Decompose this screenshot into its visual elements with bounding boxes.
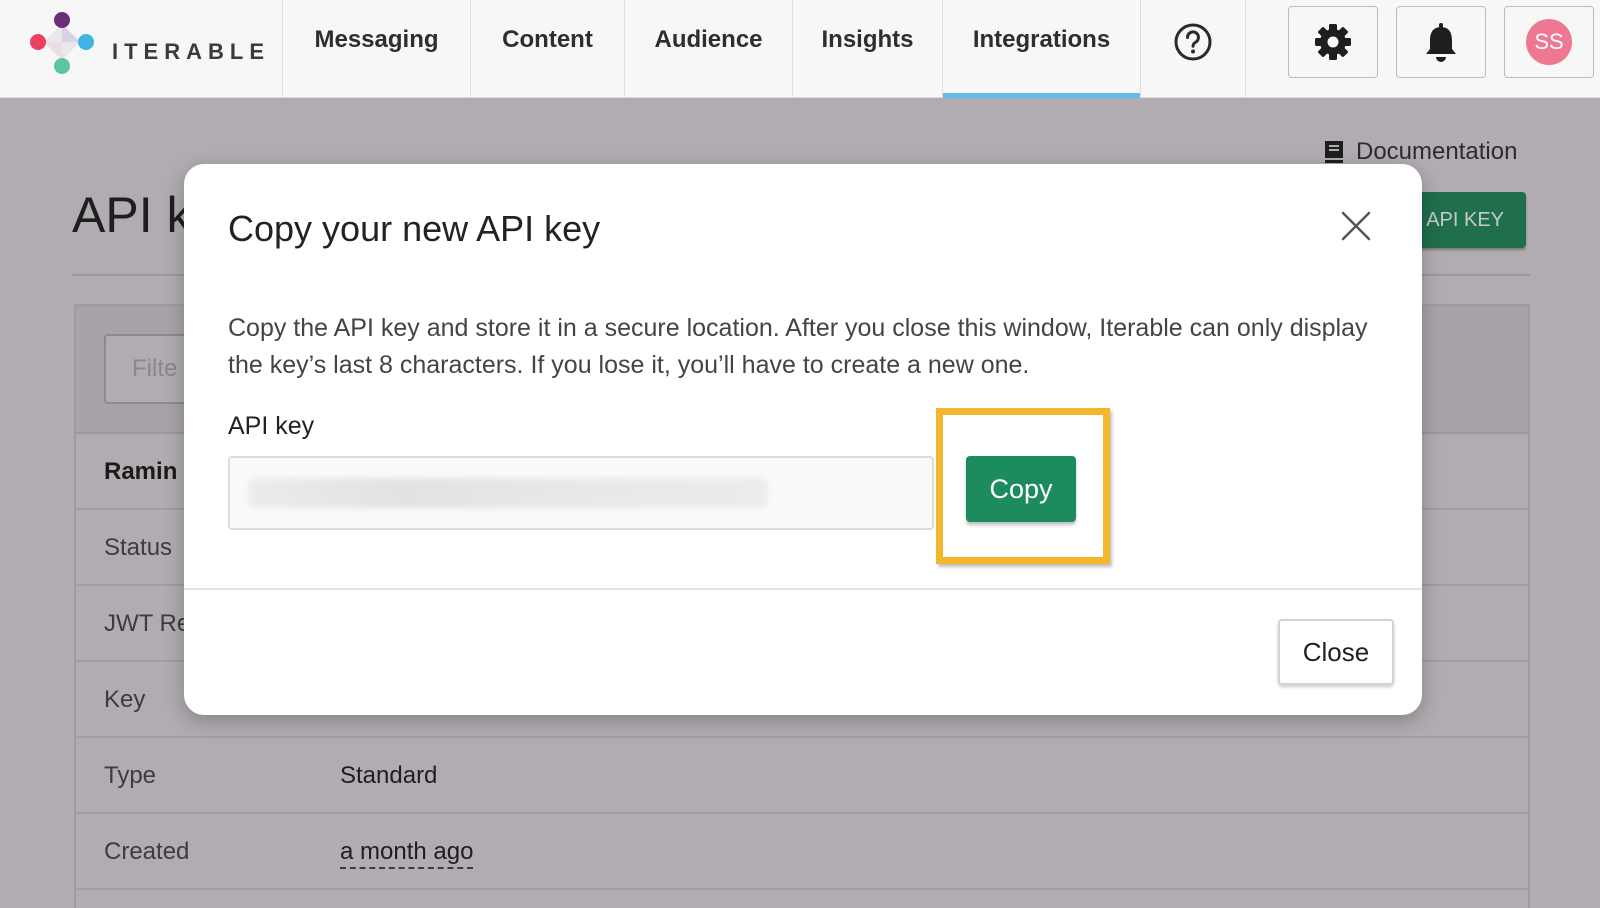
nav-integrations[interactable]: Integrations <box>942 0 1140 98</box>
brand-name: ITERABLE <box>112 39 270 64</box>
close-icon <box>1341 211 1371 241</box>
type-label: Type <box>104 762 157 789</box>
help-button[interactable] <box>1140 0 1246 98</box>
created-row: Created a month ago <box>76 814 1528 890</box>
nav-audience[interactable]: Audience <box>624 0 792 98</box>
settings-button[interactable] <box>1288 6 1378 78</box>
api-key-field-label: API key <box>228 412 315 440</box>
created-value[interactable]: a month ago <box>340 838 474 869</box>
new-api-key-button-label: API KEY <box>1426 208 1504 231</box>
nav-audience-label: Audience <box>654 26 763 53</box>
nav-insights[interactable]: Insights <box>792 0 942 98</box>
nav-messaging-label: Messaging <box>314 26 439 53</box>
documentation-link[interactable]: Documentation <box>1322 138 1517 166</box>
documentation-link-label: Documentation <box>1356 138 1518 165</box>
modal-title: Copy your new API key <box>228 208 601 249</box>
copy-button[interactable]: Copy <box>966 456 1076 522</box>
nav-integrations-label: Integrations <box>972 26 1111 53</box>
gear-icon <box>1315 24 1351 60</box>
copy-api-key-modal: Copy your new API key Copy the API key a… <box>184 164 1422 715</box>
top-navigation: ITERABLE Messaging Content Audience Insi… <box>0 0 1600 98</box>
key-name: Ramin <box>104 458 178 485</box>
notifications-button[interactable] <box>1396 6 1486 78</box>
created-label: Created <box>104 838 190 865</box>
page-title: API k <box>72 187 192 243</box>
iterable-logo[interactable]: ITERABLE <box>28 10 278 88</box>
redacted-key-value <box>248 478 768 508</box>
filter-placeholder: Filte <box>132 355 178 382</box>
modal-footer-divider <box>184 588 1422 590</box>
nav-messaging[interactable]: Messaging <box>282 0 470 98</box>
user-menu-button[interactable]: SS <box>1504 6 1594 78</box>
nav-insights-label: Insights <box>821 26 914 53</box>
key-label: Key <box>104 686 146 713</box>
close-button[interactable]: Close <box>1278 619 1394 685</box>
book-icon <box>1325 141 1343 163</box>
avatar: SS <box>1526 19 1572 65</box>
question-circle-icon <box>1174 23 1212 61</box>
nav-content-label: Content <box>502 26 593 53</box>
status-label: Status <box>104 534 173 561</box>
type-row: Type Standard <box>76 738 1528 814</box>
modal-description: Copy the API key and store it in a secur… <box>228 314 1368 379</box>
type-value: Standard <box>340 762 438 789</box>
modal-close-button[interactable] <box>1340 210 1372 242</box>
nav-content[interactable]: Content <box>470 0 624 98</box>
jwt-label: JWT Re <box>104 610 191 637</box>
api-key-field[interactable] <box>228 456 934 530</box>
bell-icon <box>1426 23 1456 62</box>
avatar-initials: SS <box>1534 29 1564 54</box>
logo-mark-icon <box>30 12 94 74</box>
